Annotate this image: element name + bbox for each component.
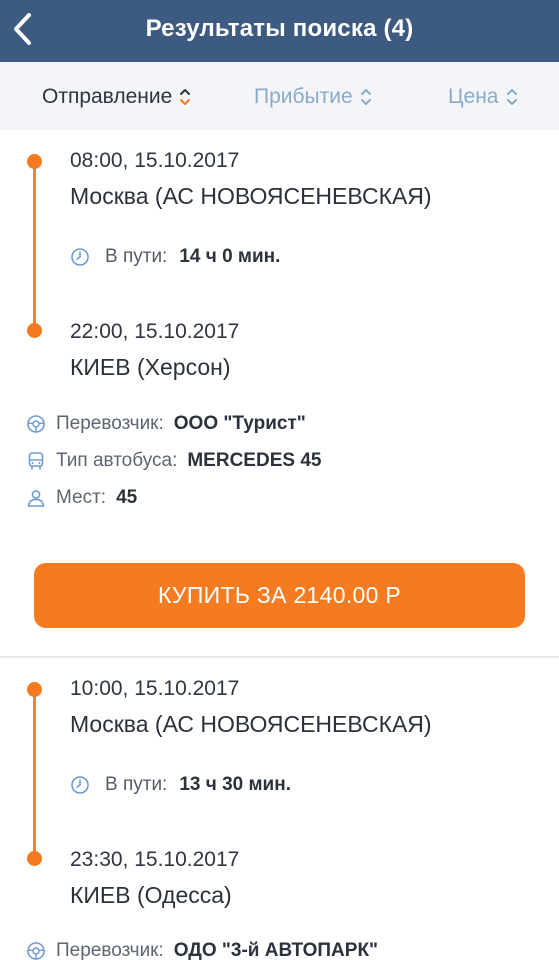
seats-row: Мест: 45 <box>26 485 137 511</box>
seats-value: 45 <box>116 487 138 508</box>
arrival-dot <box>27 851 42 866</box>
carrier-label: Перевозчик: <box>56 940 164 960</box>
departure-time: 10:00, 15.10.2017 <box>70 677 240 700</box>
duration-label: В пути: <box>105 774 168 795</box>
top-bar: Результаты поиска (4) <box>0 0 559 62</box>
duration-value: 14 ч 0 мин. <box>179 246 281 267</box>
sort-departure-label: Отправление <box>42 85 173 108</box>
sort-price-label: Цена <box>448 85 499 108</box>
travel-duration: В пути: 14 ч 0 мин. <box>70 244 280 270</box>
bus-type-value: MERCEDES 45 <box>187 450 322 471</box>
route-line <box>33 690 36 860</box>
departure-city: Москва (АС НОВОЯСЕНЕВСКАЯ) <box>70 183 432 209</box>
sort-arrival-label: Прибытие <box>254 85 353 108</box>
steering-wheel-icon <box>27 415 45 433</box>
sort-arrows-icon <box>506 89 517 105</box>
carrier-value: ООО "Турист" <box>173 413 306 434</box>
arrival-time: 23:30, 15.10.2017 <box>70 848 240 871</box>
departure-dot <box>27 682 42 697</box>
duration-label: В пути: <box>105 246 168 267</box>
carrier-value: ОДО "3-й АВТОПАРК" <box>173 940 379 960</box>
clock-icon <box>71 776 89 794</box>
sort-arrival-button[interactable]: Прибытие <box>254 84 372 110</box>
carrier-label: Перевозчик: <box>56 413 164 434</box>
bus-type-label: Тип автобуса: <box>56 450 178 471</box>
departure-city: Москва (АС НОВОЯСЕНЕВСКАЯ) <box>70 711 432 737</box>
arrival-time: 22:00, 15.10.2017 <box>70 320 240 343</box>
sort-arrows-icon <box>180 89 191 105</box>
duration-value: 13 ч 30 мин. <box>179 774 291 795</box>
sort-arrows-icon <box>360 89 371 105</box>
page-title: Результаты поиска (4) <box>145 15 414 42</box>
steering-wheel-icon <box>27 942 45 960</box>
departure-time: 08:00, 15.10.2017 <box>70 149 240 172</box>
travel-duration: В пути: 13 ч 30 мин. <box>70 772 291 798</box>
carrier-row: Перевозчик: ООО "Турист" <box>26 411 306 437</box>
bus-icon <box>28 452 44 470</box>
sort-price-button[interactable]: Цена <box>448 84 518 110</box>
seats-label: Мест: <box>56 487 107 508</box>
route-line <box>33 162 36 332</box>
result-card[interactable]: 10:00, 15.10.2017 Москва (АС НОВОЯСЕНЕВС… <box>0 658 559 960</box>
arrival-city: КИЕВ (Одесса) <box>70 882 232 908</box>
sort-departure-button[interactable]: Отправление <box>42 84 191 110</box>
carrier-row: Перевозчик: ОДО "3-й АВТОПАРК" <box>26 938 378 960</box>
arrival-city: КИЕВ (Херсон) <box>70 354 231 380</box>
buy-ticket-button[interactable]: КУПИТЬ ЗА 2140.00 Р <box>34 563 525 628</box>
departure-dot <box>27 154 42 169</box>
clock-icon <box>71 248 89 266</box>
person-icon <box>27 490 45 507</box>
sort-bar: Отправление Прибытие Цена <box>0 62 559 130</box>
bus-type-row: Тип автобуса: MERCEDES 45 <box>26 448 321 474</box>
arrival-dot <box>27 323 42 338</box>
